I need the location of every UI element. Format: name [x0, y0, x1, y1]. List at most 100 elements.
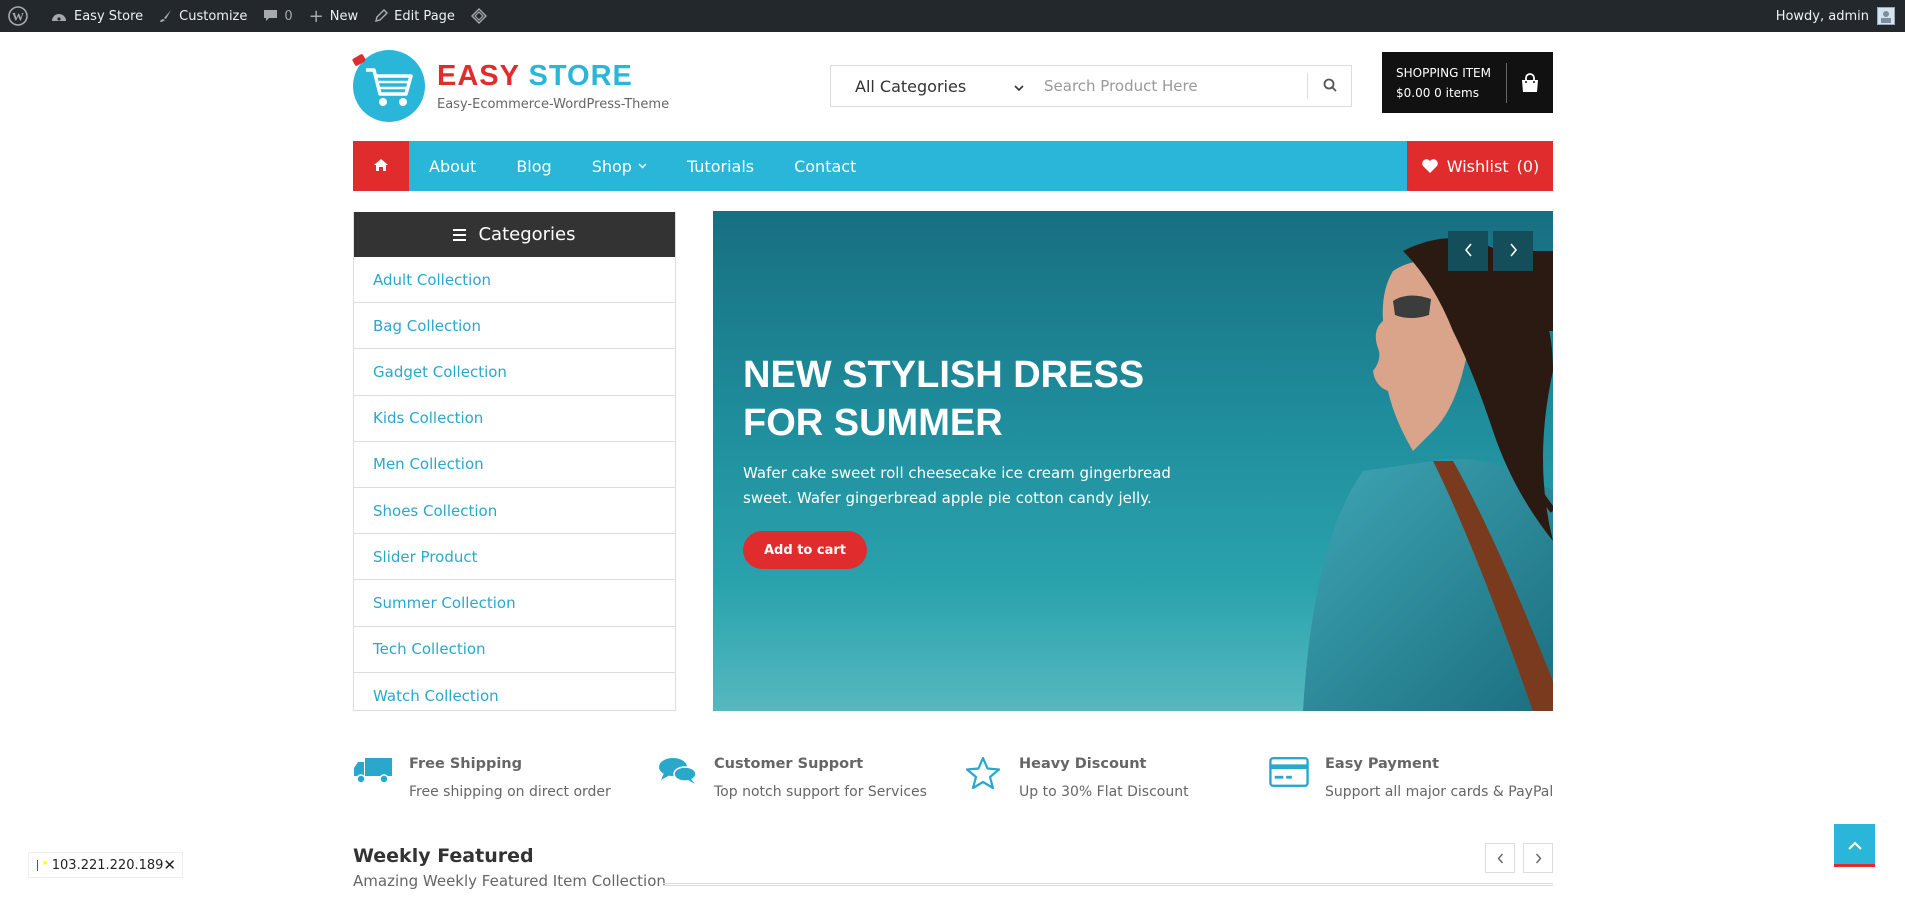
shopping-bag-icon	[1507, 72, 1553, 93]
chevron-down-icon	[638, 163, 647, 169]
svg-text:W: W	[12, 10, 24, 24]
hero-slider: NEW STYLISH DRESS FOR SUMMER Wafer cake …	[713, 211, 1553, 711]
plus-icon: +	[308, 5, 324, 27]
close-icon[interactable]: ✕	[163, 856, 176, 874]
wishlist-label: Wishlist	[1446, 156, 1509, 176]
logo-word-easy: EASY	[437, 60, 520, 92]
category-item[interactable]: Tech Collection	[354, 627, 675, 673]
weekly-next-button[interactable]	[1523, 843, 1553, 873]
site-name-link[interactable]: Easy Store	[42, 0, 151, 32]
feature-description: Top notch support for Services	[714, 784, 927, 800]
category-item[interactable]: Slider Product	[354, 534, 675, 581]
account-menu[interactable]: Howdy, admin	[1776, 0, 1895, 32]
credit-card-icon	[1269, 756, 1309, 792]
category-item[interactable]: Shoes Collection	[354, 488, 675, 535]
site-tagline: Easy-Ecommerce-WordPress-Theme	[437, 97, 670, 112]
weekly-featured-subtitle: Amazing Weekly Featured Item Collection	[353, 872, 666, 890]
diamond-icon	[470, 8, 487, 24]
nav-item-about[interactable]: About	[409, 141, 496, 191]
logo-word-store: STORE	[528, 60, 633, 92]
scroll-to-top-button[interactable]	[1834, 824, 1875, 867]
chevron-down-icon	[1014, 77, 1024, 96]
wordpress-logo-button[interactable]: W	[0, 0, 42, 32]
customize-link[interactable]: Customize	[151, 0, 255, 32]
nav-label: About	[429, 156, 477, 176]
add-to-cart-button[interactable]: Add to cart	[743, 531, 867, 569]
chevron-up-icon	[1847, 835, 1862, 854]
wordpress-icon: W	[8, 6, 28, 26]
category-select[interactable]: All Categories	[831, 66, 1036, 106]
category-item[interactable]: Gadget Collection	[354, 349, 675, 396]
category-item[interactable]: Kids Collection	[354, 396, 675, 442]
wishlist-button[interactable]: Wishlist (0)	[1407, 141, 1553, 191]
site-logo[interactable]: EASY STORE Easy-Ecommerce-WordPress-Them…	[351, 50, 670, 122]
nav-item-contact[interactable]: Contact	[774, 141, 876, 191]
plugin-diamond-button[interactable]	[463, 0, 501, 32]
chevron-right-icon	[1535, 849, 1542, 868]
edit-page-label: Edit Page	[394, 8, 455, 24]
feature-title: Heavy Discount	[1019, 756, 1147, 772]
mini-cart-button[interactable]: SHOPPING ITEM $0.00 0 items	[1382, 52, 1553, 113]
chevron-right-icon	[1509, 242, 1518, 261]
brush-icon	[159, 9, 173, 23]
nav-label: Blog	[516, 156, 552, 176]
nav-item-tutorials[interactable]: Tutorials	[667, 141, 774, 191]
comments-link[interactable]: 0	[255, 0, 300, 32]
avatar	[1877, 7, 1895, 25]
site-name-label: Easy Store	[74, 8, 144, 24]
howdy-label: Howdy, admin	[1775, 8, 1869, 24]
category-item[interactable]: Bag Collection	[354, 303, 675, 350]
nav-item-shop[interactable]: Shop	[572, 141, 667, 191]
slide-description: Wafer cake sweet roll cheesecake ice cre…	[743, 464, 1171, 507]
new-content-link[interactable]: + New	[301, 0, 366, 32]
feature-easy-payment: Easy Payment Support all major cards & P…	[1269, 756, 1569, 800]
categories-sidebar: Categories Adult Collection Bag Collecti…	[353, 212, 676, 711]
slide-title: NEW STYLISH DRESS FOR SUMMER	[743, 354, 1145, 444]
ip-badge: 103.221.220.189 ✕	[28, 852, 183, 878]
new-label: New	[329, 8, 359, 24]
cart-title: SHOPPING ITEM	[1396, 65, 1491, 80]
wishlist-count: (0)	[1516, 156, 1540, 176]
chat-icon	[658, 756, 698, 792]
nav-item-blog[interactable]: Blog	[496, 141, 571, 191]
weekly-prev-button[interactable]	[1485, 843, 1515, 873]
feature-customer-support: Customer Support Top notch support for S…	[658, 756, 958, 800]
main-navigation: About Blog Shop Tutorials Contact Wishli…	[353, 141, 1553, 191]
nav-label: Contact	[794, 156, 857, 176]
category-item[interactable]: Summer Collection	[354, 580, 675, 627]
chevron-left-icon	[1497, 849, 1504, 868]
category-item[interactable]: Adult Collection	[354, 257, 675, 304]
logo-title: EASY STORE	[437, 60, 669, 93]
home-button[interactable]	[353, 141, 409, 191]
pencil-icon	[374, 9, 389, 23]
comment-icon	[263, 9, 278, 23]
weekly-featured-title: Weekly Featured	[353, 845, 534, 867]
truck-icon	[353, 756, 393, 792]
chevron-left-icon	[1464, 242, 1473, 261]
cart-summary: $0.00 0 items	[1396, 85, 1479, 100]
categories-heading-label: Categories	[478, 224, 576, 245]
comments-count: 0	[284, 8, 293, 24]
admin-bar: W Easy Store Customize 0 + New Edit Page	[0, 0, 1905, 32]
dashboard-icon	[50, 8, 68, 24]
star-icon	[963, 756, 1003, 792]
search-input[interactable]	[1036, 66, 1307, 106]
menu-icon	[453, 228, 467, 241]
slide-model-image	[1303, 238, 1553, 711]
feature-title: Customer Support	[714, 756, 864, 772]
category-item[interactable]: Men Collection	[354, 442, 675, 488]
nav-label: Tutorials	[686, 156, 755, 176]
search-button[interactable]	[1307, 73, 1351, 99]
slider-next-button[interactable]	[1493, 231, 1533, 271]
heart-icon	[1421, 158, 1439, 174]
flag-icon	[37, 859, 46, 871]
cart-logo-icon	[351, 50, 425, 122]
edit-page-link[interactable]: Edit Page	[366, 0, 463, 32]
category-item[interactable]: Watch Collection	[354, 673, 675, 719]
slider-prev-button[interactable]	[1448, 231, 1488, 271]
feature-description: Free shipping on direct order	[409, 784, 611, 800]
feature-title: Free Shipping	[409, 756, 523, 772]
feature-description: Up to 30% Flat Discount	[1019, 784, 1189, 800]
category-select-value: All Categories	[855, 76, 967, 96]
ip-address: 103.221.220.189	[51, 857, 164, 873]
